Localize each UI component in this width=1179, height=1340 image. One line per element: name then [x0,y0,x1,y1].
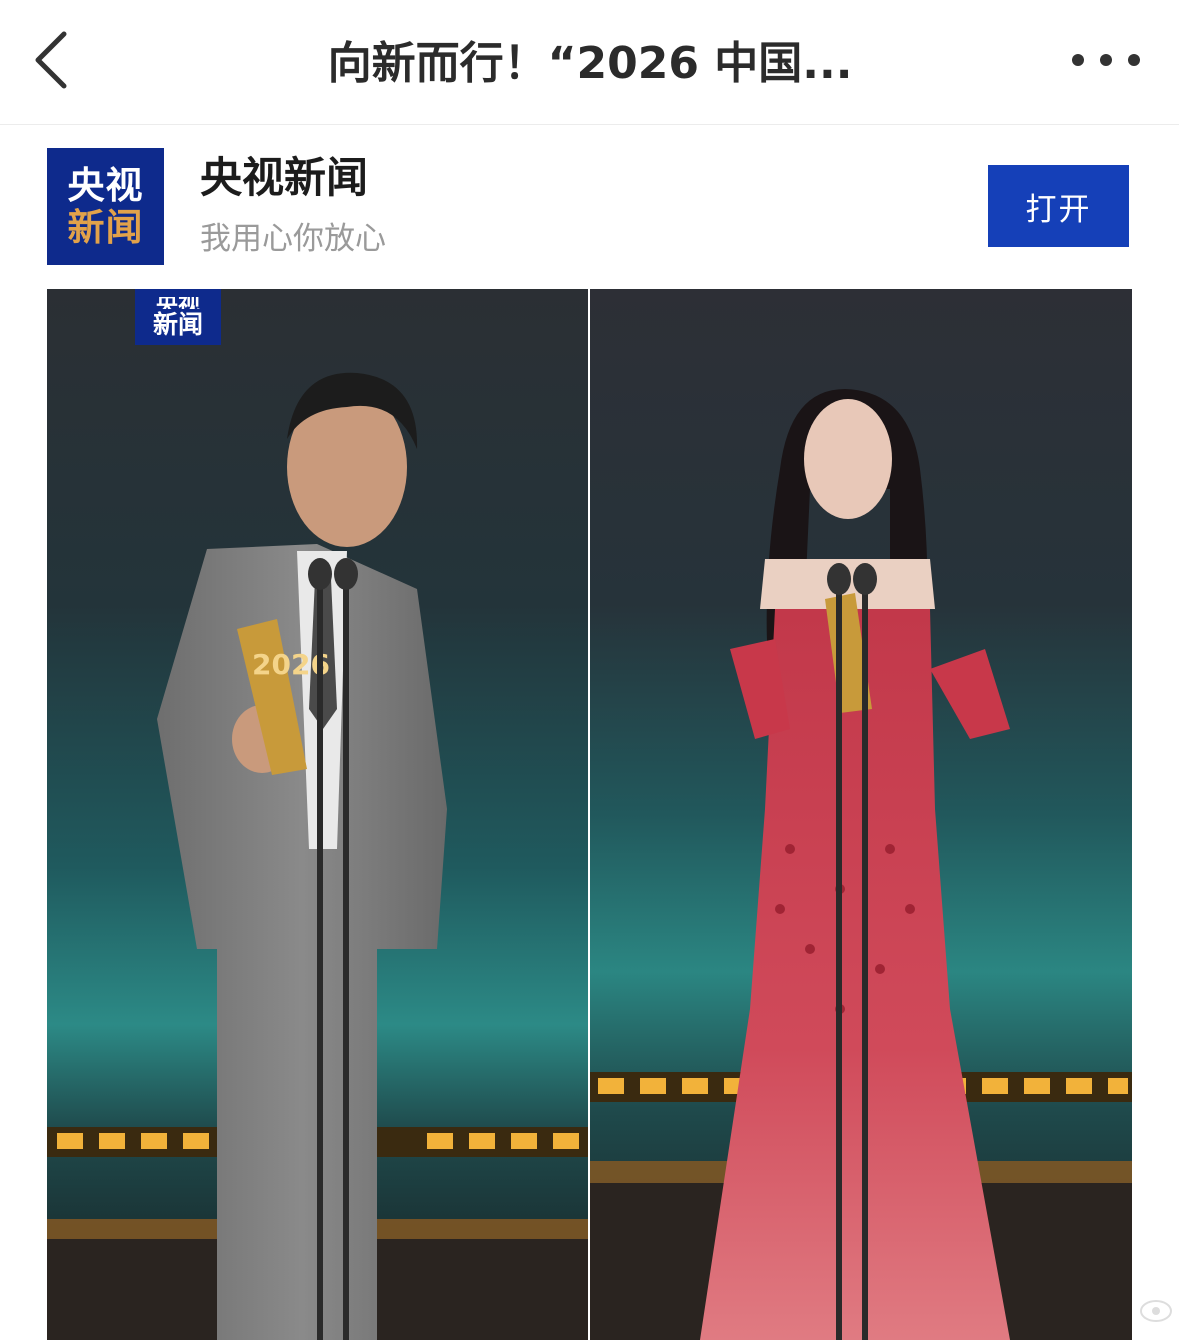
photo-right[interactable] [590,289,1132,1340]
back-button[interactable] [26,28,82,92]
more-dots-icon [1072,54,1140,66]
watermark-line1: 央视 [156,297,200,309]
open-app-button[interactable]: 打开 [988,165,1129,247]
more-button[interactable] [1068,44,1144,76]
watermark-line2: 新闻 [152,310,203,339]
award-ceremony-photo-woman [590,289,1132,1340]
top-nav-bar: 向新而行！“2026 中国... [0,0,1179,125]
app-logo: 央视 新闻 [47,148,164,265]
chevron-left-icon [35,31,67,89]
award-ceremony-photo-man: 2026 [47,289,588,1340]
page-title: 向新而行！“2026 中国... [327,38,853,89]
app-slogan: 我用心你放心 [200,221,386,257]
app-promo-banner: 央视 新闻 央视新闻 我用心你放心 打开 [0,126,1179,288]
corner-watermark-icon [1140,1300,1172,1322]
cctv-news-watermark: 央视 新闻 [135,289,221,345]
app-logo-line2: 新闻 [67,205,144,249]
photo-left[interactable]: 2026 央视 新闻 [47,289,588,1340]
app-logo-line1: 央视 [67,163,144,207]
app-name: 央视新闻 [200,153,369,202]
